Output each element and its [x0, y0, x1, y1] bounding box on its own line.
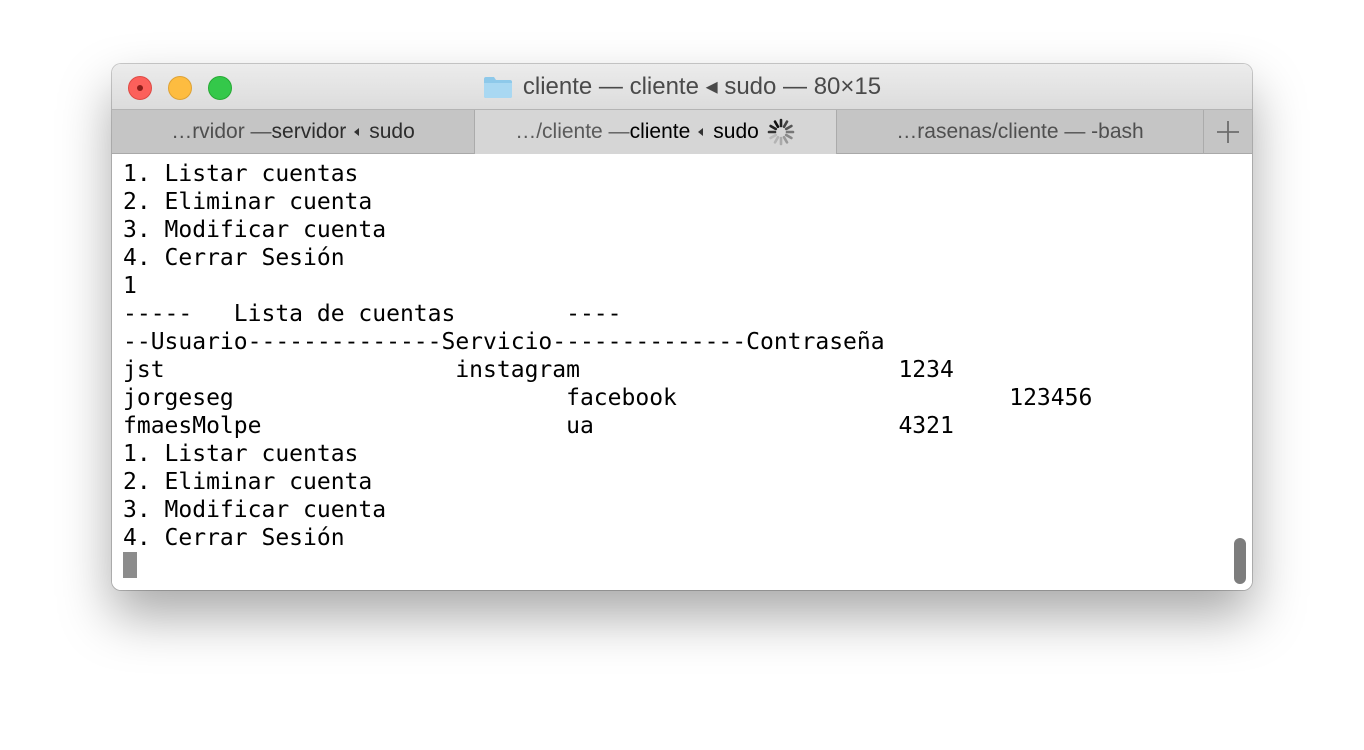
terminal-line: 3. Modificar cuenta	[123, 217, 387, 243]
tab-cliente[interactable]: …/cliente — cliente sudo	[475, 110, 837, 154]
caret-left-icon	[354, 128, 360, 136]
terminal-line: 1. Listar cuentas	[123, 441, 359, 467]
terminal-line: 2. Eliminar cuenta	[123, 189, 373, 215]
tab-bash[interactable]: …rasenas/cliente — -bash	[837, 110, 1204, 154]
text-cursor	[123, 552, 137, 578]
tab-process: sudo	[713, 120, 759, 143]
terminal-output[interactable]: 1. Listar cuentas 2. Eliminar cuenta 3. …	[112, 154, 1252, 590]
terminal-line: --Usuario--------------Servicio---------…	[123, 329, 885, 355]
tab-process: sudo	[369, 120, 415, 143]
terminal-line: jorgeseg facebook 123456	[123, 385, 1093, 411]
terminal-line: 1. Listar cuentas	[123, 161, 359, 187]
new-tab-button[interactable]	[1204, 110, 1252, 154]
tab-label: …rasenas/cliente — -bash	[896, 120, 1144, 143]
activity-spinner-icon	[767, 118, 795, 146]
terminal-line: 2. Eliminar cuenta	[123, 469, 373, 495]
terminal-line: 4. Cerrar Sesión	[123, 245, 345, 271]
tab-name: cliente	[629, 120, 691, 143]
tab-prefix: …/cliente —	[515, 120, 630, 143]
folder-icon	[483, 76, 512, 98]
tab-prefix: …rvidor —	[171, 120, 272, 143]
caret-left-icon	[698, 128, 704, 136]
terminal-line: jst instagram 1234	[123, 357, 954, 383]
terminal-line: ----- Lista de cuentas ----	[123, 301, 622, 327]
window-title: cliente — cliente ◂ sudo — 80×15	[522, 73, 882, 100]
terminal-window: cliente — cliente ◂ sudo — 80×15 …rvidor…	[112, 64, 1252, 590]
tab-bar: …rvidor — servidor sudo …/cliente — clie…	[112, 109, 1252, 154]
window-title-area: cliente — cliente ◂ sudo — 80×15	[112, 64, 1252, 109]
terminal-line: fmaesMolpe ua 4321	[123, 413, 954, 439]
terminal-line: 3. Modificar cuenta	[123, 497, 387, 523]
vertical-scrollbar[interactable]	[1234, 538, 1246, 584]
plus-icon	[1217, 121, 1239, 143]
terminal-line: 4. Cerrar Sesión	[123, 525, 345, 551]
tab-servidor[interactable]: …rvidor — servidor sudo	[112, 110, 475, 154]
terminal-line: 1	[123, 273, 137, 299]
title-bar[interactable]: cliente — cliente ◂ sudo — 80×15	[112, 64, 1252, 109]
tab-name: servidor	[271, 120, 347, 143]
terminal-text: 1. Listar cuentas 2. Eliminar cuenta 3. …	[123, 160, 1233, 552]
